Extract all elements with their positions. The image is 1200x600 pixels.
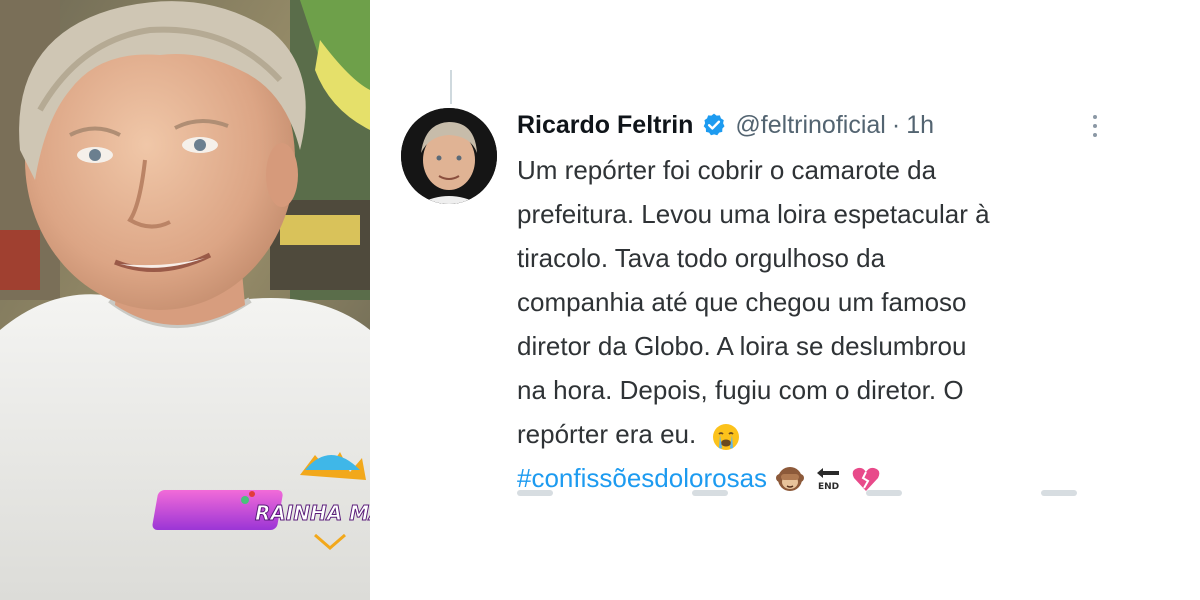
tweet-text-line: prefeitura. Levou uma loira espetacular … — [517, 199, 990, 229]
tweet-text-line: Um repórter foi cobrir o camarote da — [517, 155, 937, 185]
tweet-actions-bar — [517, 490, 1077, 498]
tweet-text-line-last: repórter era eu. — [517, 412, 1102, 456]
tweet-timestamp[interactable]: 1h — [906, 111, 934, 140]
separator-dot: · — [891, 110, 901, 139]
person-photo: RAINHA MA — [0, 0, 370, 600]
portrait-illustration: RAINHA MA — [0, 0, 370, 600]
author-name[interactable]: Ricardo Feltrin — [517, 111, 693, 140]
tweet-text-line: diretor da Globo. A loira se deslumbrou — [517, 331, 967, 361]
broken-heart-emoji — [851, 463, 881, 493]
tweet-header: Ricardo Feltrin @feltrinoficial · 1h — [517, 108, 1102, 142]
more-options-icon[interactable] — [1088, 112, 1102, 140]
end-arrow-emoji: END — [813, 463, 843, 493]
tweet-text: Um repórter foi cobrir o camarote da pre… — [517, 148, 1102, 500]
tweet-text-final: repórter era eu. — [517, 419, 697, 449]
author-handle[interactable]: @feltrinoficial — [735, 111, 885, 140]
crying-face-emoji — [711, 421, 741, 451]
composite-image: RAINHA MA Ricardo Feltrin — [0, 0, 1200, 600]
retweet-icon[interactable] — [691, 490, 728, 496]
share-icon[interactable] — [1040, 490, 1077, 496]
thread-line — [450, 70, 452, 104]
reply-icon[interactable] — [517, 490, 553, 496]
author-avatar[interactable] — [401, 108, 497, 204]
verified-badge-icon — [701, 112, 727, 138]
avatar-image — [401, 108, 497, 204]
tweet-text-line: tiracolo. Tava todo orgulhoso da — [517, 243, 886, 273]
tweet-text-line: companhia até que chegou um famoso — [517, 287, 967, 317]
sticker-text: RAINHA MA — [255, 501, 370, 525]
tweet-card: Ricardo Feltrin @feltrinoficial · 1h Um … — [385, 70, 1110, 510]
tweet-content: Ricardo Feltrin @feltrinoficial · 1h Um … — [517, 108, 1102, 500]
see-no-evil-monkey-emoji — [775, 463, 805, 493]
tweet-text-line: na hora. Depois, fugiu com o diretor. O — [517, 375, 964, 405]
like-icon[interactable] — [866, 490, 903, 496]
